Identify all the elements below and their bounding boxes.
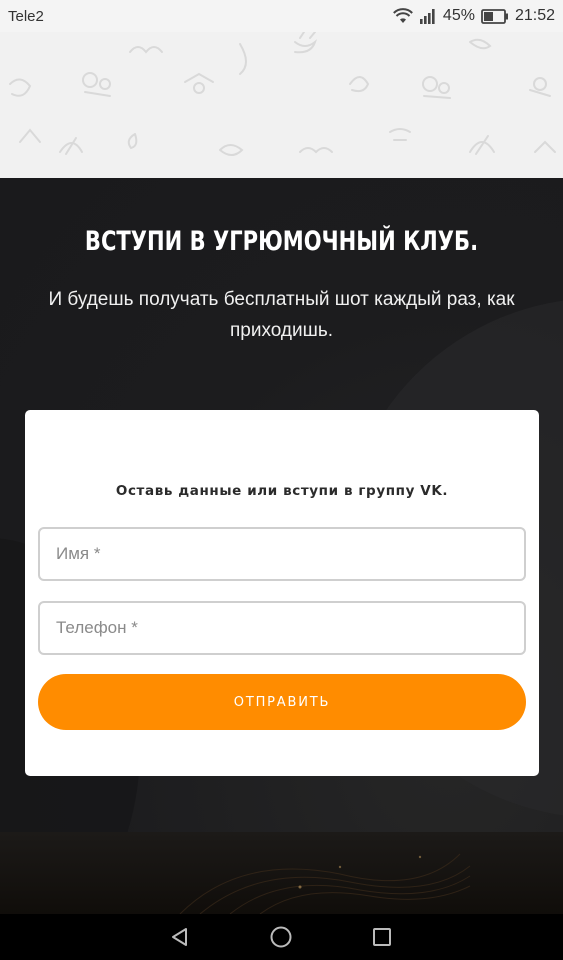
submit-button[interactable]: ОТПРАВИТЬ [38,674,526,730]
home-icon[interactable] [251,914,311,960]
doodle-pattern [9,32,556,156]
status-indicators: 45% 21:52 [393,7,555,25]
status-bar: Tele2 45% 21:52 [0,0,563,32]
pattern-banner [0,32,563,178]
footer-image-strip [0,832,563,914]
name-input[interactable] [38,527,526,581]
carrier-name: Tele2 [8,7,44,25]
section-title: ВСТУПИ В УГРЮМОЧНЫЙ КЛУБ. [84,226,479,257]
battery-icon [481,8,509,24]
join-club-section: ВСТУПИ В УГРЮМОЧНЫЙ КЛУБ. И будешь получ… [0,178,563,832]
wifi-icon [393,8,413,24]
back-icon[interactable] [150,914,210,960]
form-hint: Оставь данные или вступи в группу VK. [115,483,449,499]
phone-input[interactable] [38,601,526,655]
recents-icon[interactable] [352,914,412,960]
signal-icon [419,8,437,24]
signup-form-card: Оставь данные или вступи в группу VK. ОТ… [25,410,539,776]
system-nav-bar [0,914,563,960]
clock: 21:52 [514,7,555,24]
section-subtitle: И будешь получать бесплатный шот каждый … [48,289,515,341]
wood-texture [179,853,471,914]
battery-percent: 45% [442,7,475,24]
